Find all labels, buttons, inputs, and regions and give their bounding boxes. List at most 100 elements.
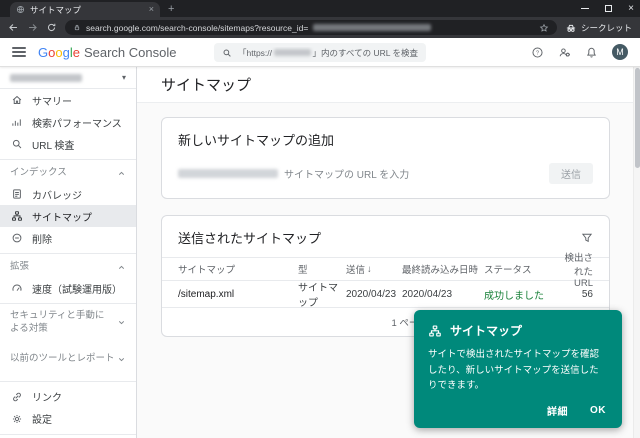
chevron-down-icon — [117, 355, 126, 364]
forward-button[interactable] — [27, 22, 38, 33]
cell-last-read-date: 2020/04/23 — [402, 288, 453, 300]
sitemaps-help-popup: サイトマップ サイトで検出されたサイトマップを確認したり、新しいサイトマップを送… — [414, 310, 622, 428]
sitemap-icon — [10, 210, 23, 222]
logo-google: Google — [38, 44, 80, 60]
notifications-bell-icon[interactable] — [585, 46, 598, 59]
sidebar-section-enhancements[interactable]: 拡張 — [0, 258, 136, 277]
svg-text:?: ? — [536, 50, 539, 56]
sort-desc-icon: ↓ — [367, 263, 372, 275]
table-row[interactable]: /sitemap.xml サイトマップ 2020/04/23 2020/04/2… — [162, 281, 609, 309]
lock-icon — [73, 23, 81, 32]
divider — [0, 380, 136, 382]
removals-icon — [10, 232, 23, 244]
new-tab-button[interactable]: + — [168, 4, 174, 15]
cell-discovered-urls: 56 — [581, 288, 593, 300]
sidebar-section-security[interactable]: セキュリティと手動による対策 — [0, 308, 136, 338]
cell-type: サイトマップ — [298, 283, 338, 309]
table-header: サイトマップ 型 送信 ↓ 最終読み込み日時 ステータス 検出された URL — [162, 253, 609, 289]
cell-sitemap-path[interactable]: /sitemap.xml — [162, 289, 298, 300]
reload-button[interactable] — [46, 22, 57, 33]
vertical-scrollbar[interactable] — [633, 67, 640, 438]
tab-title: サイトマップ — [30, 4, 82, 15]
url-text: search.google.com/search-console/sitemap… — [86, 22, 309, 33]
sidebar-item-speed[interactable]: 速度（試験運用版） — [0, 277, 136, 299]
sidebar-item-removals[interactable]: 削除 — [0, 227, 136, 249]
submitted-sitemaps-title: 送信されたサイトマップ — [178, 231, 322, 246]
chevron-down-icon — [117, 318, 126, 327]
sidebar-item-label: リンク — [32, 393, 62, 405]
window-maximize-button[interactable] — [605, 5, 613, 12]
sidebar-item-settings[interactable]: 設定 — [0, 408, 136, 430]
sidebar-item-label: サイトマップ — [32, 212, 92, 224]
column-header[interactable]: ステータス — [484, 262, 564, 276]
divider — [0, 159, 136, 160]
redacted-url-fragment — [313, 24, 432, 31]
sidebar-item-label: URL 検査 — [32, 140, 75, 152]
divider — [0, 433, 136, 435]
logo-product: Search Console — [83, 44, 177, 60]
scrollbar-thumb[interactable] — [635, 68, 640, 168]
column-header[interactable]: 検出された URL — [564, 250, 609, 289]
hamburger-menu-icon[interactable] — [12, 47, 26, 57]
search-icon — [10, 138, 23, 150]
sidebar-item-label: カバレッジ — [32, 190, 82, 202]
chevron-up-icon — [117, 263, 126, 272]
link-icon — [10, 391, 23, 403]
account-avatar[interactable]: M — [612, 44, 628, 60]
page-title: サイトマップ — [161, 77, 252, 94]
search-console-logo[interactable]: Google Search Console — [38, 45, 176, 60]
redacted-property-name — [10, 73, 82, 82]
add-sitemap-card: 新しいサイトマップの追加 サイトマップの URL を入力 送信 — [161, 117, 610, 199]
user-settings-icon[interactable] — [558, 46, 571, 59]
help-icon[interactable]: ? — [531, 46, 544, 59]
column-header[interactable]: 型 — [298, 262, 346, 276]
coverage-icon — [10, 188, 23, 200]
speed-icon — [10, 282, 23, 294]
sidebar-item-sitemaps[interactable]: サイトマップ — [0, 205, 136, 227]
chevron-down-icon: ▾ — [121, 73, 126, 82]
sidebar-item-overview[interactable]: サマリー — [0, 89, 136, 111]
filter-icon[interactable] — [581, 232, 593, 244]
sidebar-item-label: 削除 — [32, 234, 52, 246]
sidebar-section-index[interactable]: インデックス — [0, 164, 136, 183]
ok-button[interactable]: OK — [590, 403, 606, 418]
sidebar-item-url-inspection[interactable]: URL 検査 — [0, 133, 136, 155]
sidebar-item-label: 検索パフォーマンス — [32, 118, 122, 130]
submit-button[interactable]: 送信 — [549, 163, 593, 184]
sidebar-item-label: 設定 — [32, 415, 52, 427]
performance-icon — [10, 116, 23, 128]
property-selector[interactable]: ▾ — [0, 67, 136, 89]
add-sitemap-title: 新しいサイトマップの追加 — [178, 133, 335, 148]
details-button[interactable]: 詳細 — [547, 403, 568, 418]
sidebar-item-performance[interactable]: 検索パフォーマンス — [0, 111, 136, 133]
sidebar-item-coverage[interactable]: カバレッジ — [0, 183, 136, 205]
column-header[interactable]: 最終読み込み日時 — [402, 262, 484, 276]
home-icon — [10, 94, 23, 106]
address-bar[interactable]: search.google.com/search-console/sitemap… — [65, 20, 557, 35]
window-close-button[interactable]: × — [628, 3, 634, 14]
main-content: サイトマップ 新しいサイトマップの追加 サイトマップの URL を入力 送信 送… — [137, 67, 640, 438]
tab-close-icon[interactable]: × — [149, 5, 154, 14]
inspect-url-search-box[interactable]: 「https:// 」内のすべての URL を検査 — [214, 43, 426, 62]
chevron-up-icon — [117, 169, 126, 178]
column-header-sorted[interactable]: 送信 ↓ — [346, 262, 402, 277]
search-icon — [222, 48, 232, 58]
popup-title: サイトマップ — [450, 324, 523, 339]
sidebar-section-legacy-tools[interactable]: 以前のツールとレポート — [0, 350, 136, 369]
browser-tab-strip: サイトマップ × + × — [0, 0, 640, 17]
back-button[interactable] — [8, 22, 19, 33]
sitemap-url-input[interactable]: サイトマップの URL を入力 — [284, 166, 543, 181]
browser-tab[interactable]: サイトマップ × — [10, 2, 160, 17]
divider — [0, 303, 136, 304]
column-header[interactable]: サイトマップ — [162, 262, 298, 276]
redacted-property-url — [274, 49, 311, 56]
window-minimize-button[interactable] — [581, 8, 590, 9]
divider — [0, 253, 136, 254]
browser-toolbar: search.google.com/search-console/sitemap… — [0, 17, 640, 38]
popup-body-text: サイトで検出されたサイトマップを確認したり、新しいサイトマップを送信したりできま… — [428, 349, 600, 391]
search-console-header: Google Search Console 「https:// 」内のすべての … — [0, 38, 640, 67]
sidebar-item-links[interactable]: リンク — [0, 386, 136, 408]
gear-icon — [10, 413, 23, 425]
sidebar-item-label: サマリー — [32, 96, 72, 108]
bookmark-star-icon[interactable] — [539, 23, 549, 33]
